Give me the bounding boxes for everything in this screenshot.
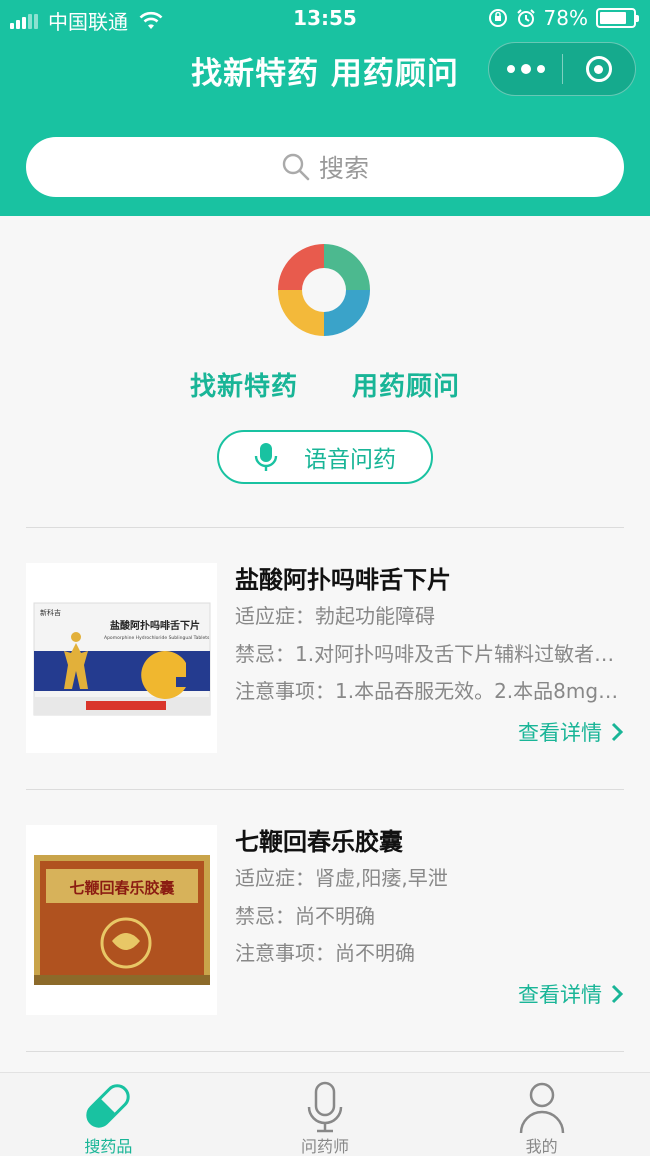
battery-percent: 78%: [543, 6, 588, 30]
more-dots-icon[interactable]: [489, 42, 562, 96]
search-bar[interactable]: 搜索: [26, 137, 624, 197]
battery-icon: [596, 8, 639, 28]
drug-image: 新科吉 盐酸阿扑吗啡舌下片 Apomorphine Hydrochloride …: [26, 563, 217, 753]
link-new-drugs[interactable]: 找新特药: [190, 372, 298, 402]
drug-precautions: 注意事项：1.本品吞服无效。2.本品8mg剂量: [235, 679, 624, 703]
tab-profile[interactable]: 我的: [433, 1073, 650, 1156]
drug-contraindication: 禁忌：1.对阿扑吗啡及舌下片辅料过敏者禁用: [235, 642, 624, 666]
view-detail-link[interactable]: 查看详情: [518, 979, 624, 1009]
tab-label: 搜药品: [84, 1137, 133, 1156]
search-icon: [282, 153, 310, 181]
divider: [26, 1051, 624, 1052]
view-detail-link[interactable]: 查看详情: [518, 717, 624, 747]
hero-title: 找新特药 用药顾问: [0, 366, 650, 403]
drug-image: 七鞭回春乐胶囊: [26, 825, 217, 1015]
search-placeholder: 搜索: [318, 154, 369, 183]
mini-program-capsule: [488, 42, 636, 96]
drug-precautions: 注意事项：尚不明确: [235, 941, 415, 965]
tab-label: 问药师: [301, 1137, 350, 1156]
voice-search-label: 语音问药: [304, 447, 396, 473]
list-item[interactable]: 七鞭回春乐胶囊 七鞭回春乐胶囊 适应症：肾虚,阳痿,早泄 禁忌：尚不明确 注意事…: [26, 825, 624, 1015]
box-subtitle: Apomorphine Hydrochloride Sublingual Tab…: [104, 635, 210, 641]
user-icon: [519, 1082, 564, 1133]
link-consultant[interactable]: 用药顾问: [352, 372, 460, 402]
drug-indication: 适应症：肾虚,阳痿,早泄: [235, 866, 448, 890]
drug-name: 盐酸阿扑吗啡舌下片: [235, 566, 451, 594]
list-item[interactable]: 新科吉 盐酸阿扑吗啡舌下片 Apomorphine Hydrochloride …: [26, 563, 624, 753]
header-bar: 中国联通 13:55 78% 找新特药 用药顾问 搜索: [0, 0, 650, 216]
box-title: 盐酸阿扑吗啡舌下片: [110, 619, 200, 632]
close-circle-icon[interactable]: [563, 42, 635, 96]
tab-bar: 搜药品 问药师 我的: [0, 1072, 650, 1156]
alarm-icon: [516, 9, 535, 27]
tab-ask-pharmacist[interactable]: 问药师: [217, 1073, 434, 1156]
box-title: 七鞭回春乐胶囊: [69, 879, 175, 897]
capsule-icon: [86, 1084, 131, 1128]
divider: [26, 527, 624, 528]
chevron-right-icon: [611, 722, 624, 742]
box-brand: 新科吉: [40, 608, 61, 617]
voice-search-button[interactable]: 语音问药: [217, 430, 433, 484]
app-logo: [278, 244, 370, 336]
drug-name: 七鞭回春乐胶囊: [235, 828, 403, 856]
view-detail-label: 查看详情: [518, 983, 602, 1007]
microphone-icon: [254, 443, 278, 471]
page-title: 找新特药 用药顾问: [191, 56, 459, 92]
divider: [26, 789, 624, 790]
tab-search-drugs[interactable]: 搜药品: [0, 1073, 217, 1156]
tab-label: 我的: [525, 1137, 558, 1156]
microphone-icon: [307, 1081, 343, 1133]
rotation-lock-icon: [488, 9, 507, 27]
drug-indication: 适应症：勃起功能障碍: [235, 604, 435, 628]
status-bar: 中国联通 13:55 78%: [0, 0, 650, 38]
view-detail-label: 查看详情: [518, 721, 602, 745]
chevron-right-icon: [611, 984, 624, 1004]
drug-contraindication: 禁忌：尚不明确: [235, 904, 375, 928]
